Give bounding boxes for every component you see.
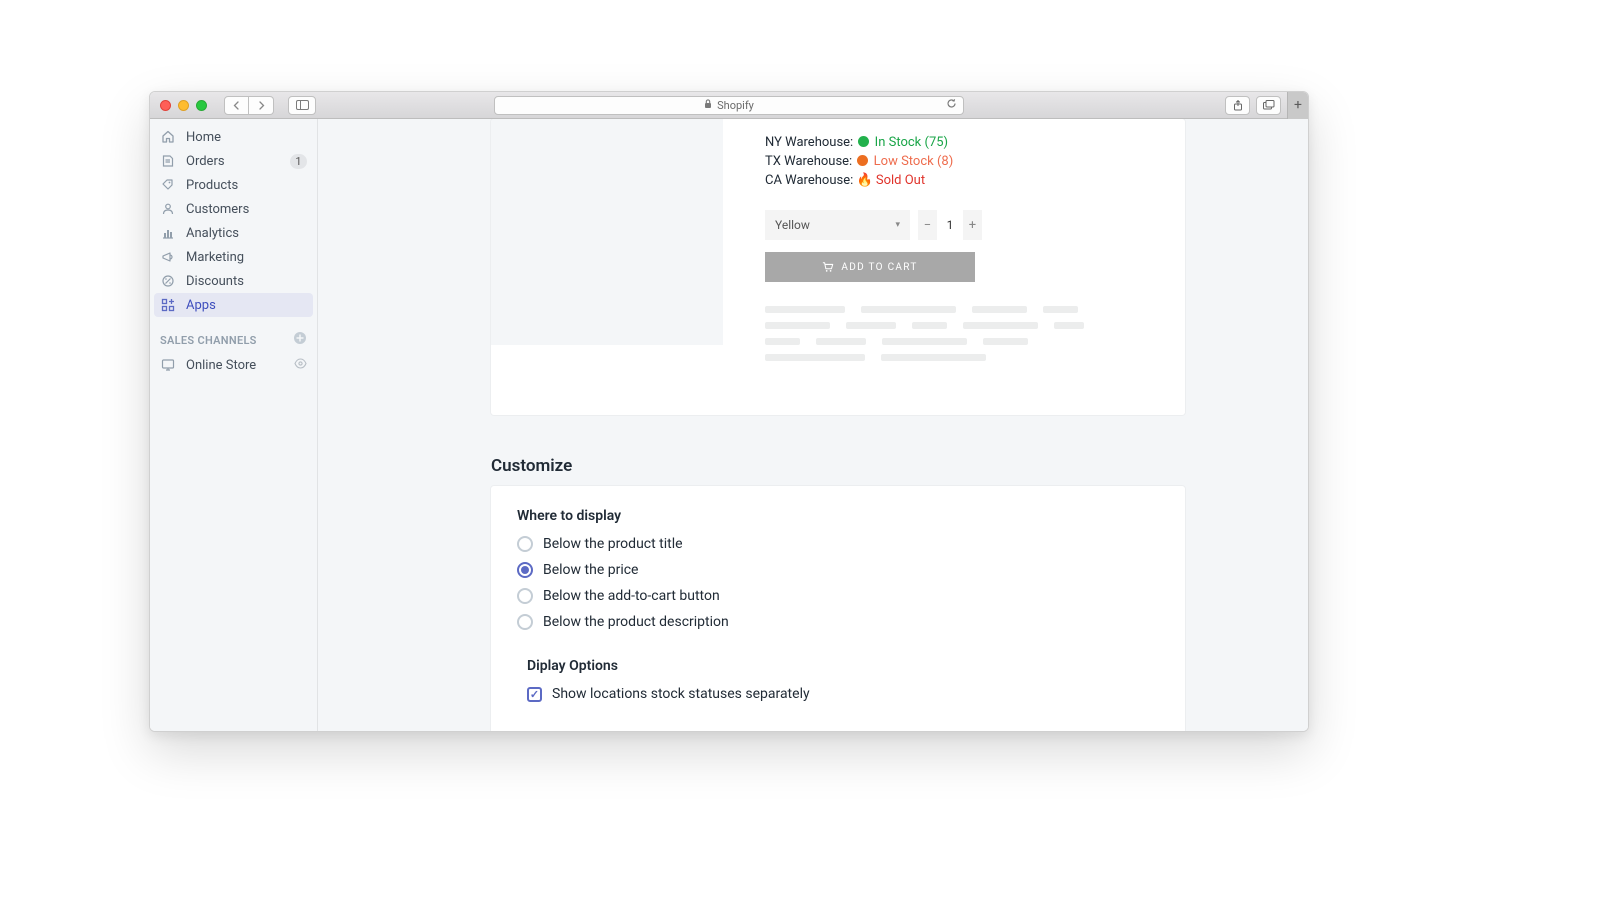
sidebar-label: Customers [186, 202, 249, 217]
nav-buttons [224, 96, 274, 115]
sidebar-label: Analytics [186, 226, 239, 241]
stock-line-ca: CA Warehouse: 🔥 Sold Out [765, 173, 1163, 188]
forward-button[interactable] [249, 96, 274, 115]
apps-icon [160, 298, 176, 312]
radio-icon [517, 588, 533, 604]
radio-below-cart[interactable]: Below the add-to-cart button [517, 588, 1159, 604]
online-store-icon [160, 358, 176, 372]
section-title-customize: Customize [491, 456, 572, 476]
sidebar-item-apps[interactable]: Apps [154, 293, 313, 317]
sidebar-label: Orders [186, 154, 225, 169]
lock-icon [704, 99, 712, 112]
chevron-down-icon: ▾ [895, 220, 900, 230]
add-to-cart-button[interactable]: ADD TO CART [765, 252, 975, 282]
qty-value: 1 [940, 210, 960, 240]
share-button[interactable] [1225, 96, 1250, 115]
sidebar-item-online-store[interactable]: Online Store [150, 353, 317, 377]
stock-line-ny: NY Warehouse: In Stock (75) [765, 135, 1163, 150]
main-area: NY Warehouse: In Stock (75) TX Warehouse… [318, 119, 1308, 731]
radio-icon [517, 562, 533, 578]
radio-below-title[interactable]: Below the product title [517, 536, 1159, 552]
quantity-stepper: − 1 + [918, 210, 982, 240]
cart-icon [822, 261, 834, 273]
tabs-button[interactable] [1256, 96, 1281, 115]
orders-badge: 1 [290, 154, 307, 169]
status-dot-orange [857, 155, 868, 166]
customers-icon [160, 202, 176, 216]
sidebar-label: Home [186, 130, 221, 145]
marketing-icon [160, 250, 176, 264]
sidebar: Home Orders 1 Products Customers Analyti… [150, 119, 318, 731]
preview-panel: NY Warehouse: In Stock (75) TX Warehouse… [491, 119, 1185, 415]
sidebar-toggle-button[interactable] [288, 96, 316, 115]
back-button[interactable] [224, 96, 249, 115]
sidebar-item-products[interactable]: Products [150, 173, 317, 197]
sidebar-item-discounts[interactable]: Discounts [150, 269, 317, 293]
checkbox-separate-locations[interactable]: Show locations stock statuses separately [527, 686, 1159, 702]
display-options: Diplay Options Show locations stock stat… [517, 658, 1159, 702]
close-window-button[interactable] [160, 100, 171, 111]
checkbox-icon [527, 687, 542, 702]
sidebar-heading-channels: SALES CHANNELS [150, 317, 317, 353]
discounts-icon [160, 274, 176, 288]
status-dot-green [858, 136, 869, 147]
display-heading: Diplay Options [527, 658, 1159, 674]
maximize-window-button[interactable] [196, 100, 207, 111]
minimize-window-button[interactable] [178, 100, 189, 111]
home-icon [160, 130, 176, 144]
preview-details: NY Warehouse: In Stock (75) TX Warehouse… [723, 119, 1185, 415]
variant-row: Yellow ▾ − 1 + [765, 210, 1163, 240]
toolbar-right: + [1225, 92, 1298, 119]
window-controls [160, 100, 207, 111]
radio-below-description[interactable]: Below the product description [517, 614, 1159, 630]
sidebar-item-orders[interactable]: Orders 1 [150, 149, 317, 173]
qty-decrease-button[interactable]: − [918, 210, 937, 240]
variant-select[interactable]: Yellow ▾ [765, 210, 910, 240]
radio-below-price[interactable]: Below the price [517, 562, 1159, 578]
customize-panel: Where to display Below the product title… [491, 486, 1185, 731]
sidebar-item-analytics[interactable]: Analytics [150, 221, 317, 245]
radio-icon [517, 614, 533, 630]
fire-icon: 🔥 [856, 173, 872, 188]
skeleton-text [765, 306, 1163, 361]
orders-icon [160, 154, 176, 168]
sidebar-label: Marketing [186, 250, 244, 265]
sidebar-item-marketing[interactable]: Marketing [150, 245, 317, 269]
sidebar-label: Products [186, 178, 238, 193]
sidebar-item-home[interactable]: Home [150, 125, 317, 149]
add-channel-button[interactable] [293, 331, 307, 349]
content: Home Orders 1 Products Customers Analyti… [150, 119, 1308, 731]
sidebar-label: Apps [186, 298, 216, 313]
stock-line-tx: TX Warehouse: Low Stock (8) [765, 154, 1163, 169]
analytics-icon [160, 226, 176, 240]
address-text: Shopify [717, 99, 754, 112]
address-bar[interactable]: Shopify [494, 96, 964, 115]
products-icon [160, 178, 176, 192]
product-image-placeholder [491, 119, 723, 345]
sidebar-item-customers[interactable]: Customers [150, 197, 317, 221]
titlebar: Shopify + [150, 92, 1308, 119]
radio-icon [517, 536, 533, 552]
browser-window: Shopify + Home Orders 1 [149, 91, 1309, 732]
sidebar-label: Online Store [186, 358, 256, 373]
view-store-icon[interactable] [294, 357, 307, 373]
where-heading: Where to display [517, 508, 1159, 524]
new-tab-button[interactable]: + [1287, 92, 1308, 119]
sidebar-label: Discounts [186, 274, 244, 289]
reload-button[interactable] [946, 98, 957, 112]
qty-increase-button[interactable]: + [963, 210, 982, 240]
